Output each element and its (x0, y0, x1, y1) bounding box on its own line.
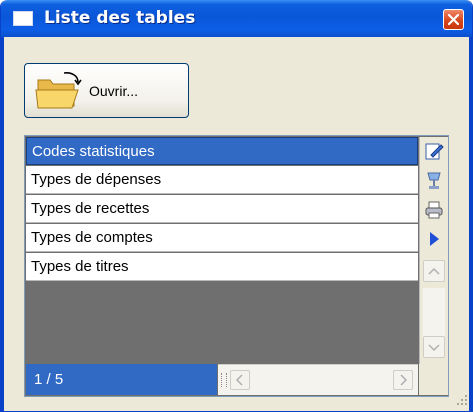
status-bar: 1 / 5 (26, 364, 418, 395)
table-row[interactable]: Types de titres (26, 253, 418, 281)
scroll-right-icon (400, 374, 408, 386)
window-icon (13, 11, 33, 26)
scroll-up-icon (428, 267, 440, 275)
scroll-down-icon (428, 344, 440, 352)
table-row[interactable]: Codes statistiques (26, 137, 418, 165)
tables-list: Codes statistiques Types de dépenses Typ… (24, 135, 449, 397)
scroll-left-icon (235, 374, 243, 386)
table-row[interactable]: Types de comptes (26, 224, 418, 252)
scroll-right-button[interactable] (393, 370, 413, 390)
scroll-left-button[interactable] (230, 370, 250, 390)
scroll-corner (419, 364, 448, 395)
edit-icon[interactable] (423, 141, 445, 163)
table-row[interactable]: Types de recettes (26, 195, 418, 223)
window-border-right (469, 37, 472, 412)
record-counter: 1 / 5 (26, 364, 217, 395)
open-button[interactable]: Ouvrir... (24, 63, 189, 118)
window-border-left (1, 37, 4, 412)
table-side-toolbar (419, 137, 448, 395)
scroll-down-button[interactable] (423, 336, 445, 358)
scroll-up-button[interactable] (423, 260, 445, 282)
close-button[interactable] (443, 9, 464, 30)
horizontal-scrollbar[interactable] (218, 364, 418, 395)
printer-icon[interactable] (423, 199, 445, 221)
close-icon (448, 14, 459, 25)
dialog-window: Liste des tables Ouvrir... Codes statist… (0, 0, 473, 412)
table-row[interactable]: Types de dépenses (26, 166, 418, 194)
goblet-icon[interactable] (423, 170, 445, 192)
open-button-label: Ouvrir... (89, 83, 139, 99)
resize-grip-icon[interactable] (455, 393, 469, 407)
play-arrow-icon[interactable] (423, 228, 445, 250)
window-title: Liste des tables (44, 8, 196, 28)
folder-icon (35, 72, 82, 109)
grip-icon (221, 373, 227, 387)
title-bar[interactable]: Liste des tables (1, 0, 472, 37)
scroll-track[interactable] (423, 288, 445, 341)
